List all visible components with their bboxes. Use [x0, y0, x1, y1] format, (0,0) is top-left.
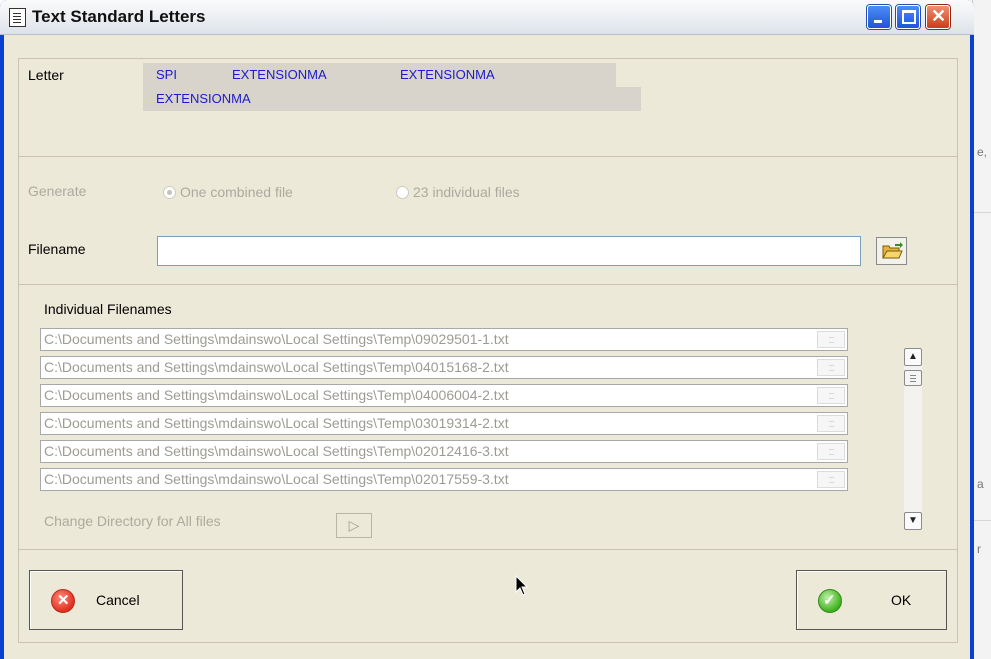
file-path-text: C:\Documents and Settings\mdainswo\Local… [44, 443, 509, 459]
field-spinner [817, 387, 845, 404]
close-button[interactable]: ✕ [926, 5, 950, 29]
ok-button-label: OK [891, 592, 912, 608]
file-path-text: C:\Documents and Settings\mdainswo\Local… [44, 359, 509, 375]
document-icon [9, 8, 26, 27]
individual-filenames-panel: Individual Filenames C:\Documents and Se… [18, 284, 958, 551]
field-spinner [817, 359, 845, 376]
title-bar[interactable]: Text Standard Letters ✕ [0, 0, 974, 35]
file-path-field[interactable]: C:\Documents and Settings\mdainswo\Local… [40, 440, 848, 463]
background-text-fragment: r [977, 542, 981, 556]
file-path-field[interactable]: C:\Documents and Settings\mdainswo\Local… [40, 384, 848, 407]
file-path-field[interactable]: C:\Documents and Settings\mdainswo\Local… [40, 412, 848, 435]
button-panel: ✕ Cancel ✓ OK [18, 549, 958, 643]
file-path-text: C:\Documents and Settings\mdainswo\Local… [44, 415, 509, 431]
generate-label: Generate [28, 183, 87, 199]
scroll-up-button[interactable]: ▲ [904, 348, 922, 366]
file-path-text: C:\Documents and Settings\mdainswo\Local… [44, 471, 509, 487]
individual-files-radio[interactable] [396, 186, 409, 199]
cancel-button-label: Cancel [96, 592, 140, 608]
background-divider [973, 212, 991, 213]
background-window: e, a r [972, 0, 991, 659]
letter-chip[interactable]: EXTENSIONMA [219, 63, 387, 87]
maximize-icon [902, 10, 916, 24]
file-path-text: C:\Documents and Settings\mdainswo\Local… [44, 387, 509, 403]
combined-file-label: One combined file [180, 184, 293, 200]
dialog-window: Text Standard Letters ✕ Letter SPI EXTEN… [0, 0, 974, 659]
dialog-body: Letter SPI EXTENSIONMA EXTENSIONMA EXTEN… [4, 35, 970, 659]
individual-files-label: 23 individual files [413, 184, 520, 200]
combined-file-radio[interactable] [163, 186, 176, 199]
scroll-down-button[interactable]: ▼ [904, 512, 922, 530]
ok-icon: ✓ [818, 589, 842, 613]
file-path-field[interactable]: C:\Documents and Settings\mdainswo\Local… [40, 328, 848, 351]
file-path-text: C:\Documents and Settings\mdainswo\Local… [44, 331, 509, 347]
scroll-thumb[interactable] [904, 370, 922, 386]
window-title: Text Standard Letters [32, 7, 206, 26]
chevron-up-icon: ▲ [908, 351, 918, 362]
letter-label: Letter [28, 67, 64, 83]
play-arrow-icon: ▷ [348, 517, 360, 533]
field-spinner [817, 443, 845, 460]
letter-chip[interactable]: EXTENSIONMA [143, 87, 641, 111]
file-path-field[interactable]: C:\Documents and Settings\mdainswo\Local… [40, 356, 848, 379]
change-directory-label: Change Directory for All files [44, 513, 221, 529]
individual-filenames-heading: Individual Filenames [44, 301, 172, 317]
generate-panel: Generate One combined file 23 individual… [18, 156, 958, 286]
filename-label: Filename [28, 241, 86, 257]
open-folder-icon [882, 242, 903, 259]
field-spinner [817, 471, 845, 488]
filename-input[interactable] [157, 236, 861, 266]
letter-panel: Letter SPI EXTENSIONMA EXTENSIONMA EXTEN… [18, 58, 958, 158]
mouse-pointer-icon [515, 575, 529, 596]
field-spinner [817, 415, 845, 432]
letter-chip[interactable]: SPI [143, 63, 219, 87]
minimize-icon [874, 20, 882, 23]
maximize-button[interactable] [896, 5, 920, 29]
browse-button[interactable] [876, 237, 907, 265]
close-icon: ✕ [931, 6, 947, 26]
letter-chip[interactable]: EXTENSIONMA [387, 63, 616, 87]
cancel-icon: ✕ [51, 589, 75, 613]
field-spinner [817, 331, 845, 348]
minimize-button[interactable] [867, 5, 891, 29]
change-directory-button[interactable]: ▷ [336, 513, 372, 538]
chevron-down-icon: ▼ [908, 515, 918, 526]
cancel-button[interactable]: ✕ Cancel [29, 570, 183, 630]
background-text-fragment: a [977, 477, 984, 491]
background-divider [973, 520, 991, 521]
ok-button[interactable]: ✓ OK [796, 570, 947, 630]
background-text-fragment: e, [977, 145, 988, 159]
radio-selected-dot [167, 190, 172, 195]
file-path-field[interactable]: C:\Documents and Settings\mdainswo\Local… [40, 468, 848, 491]
vertical-scrollbar[interactable]: ▲ ▼ [904, 348, 922, 530]
